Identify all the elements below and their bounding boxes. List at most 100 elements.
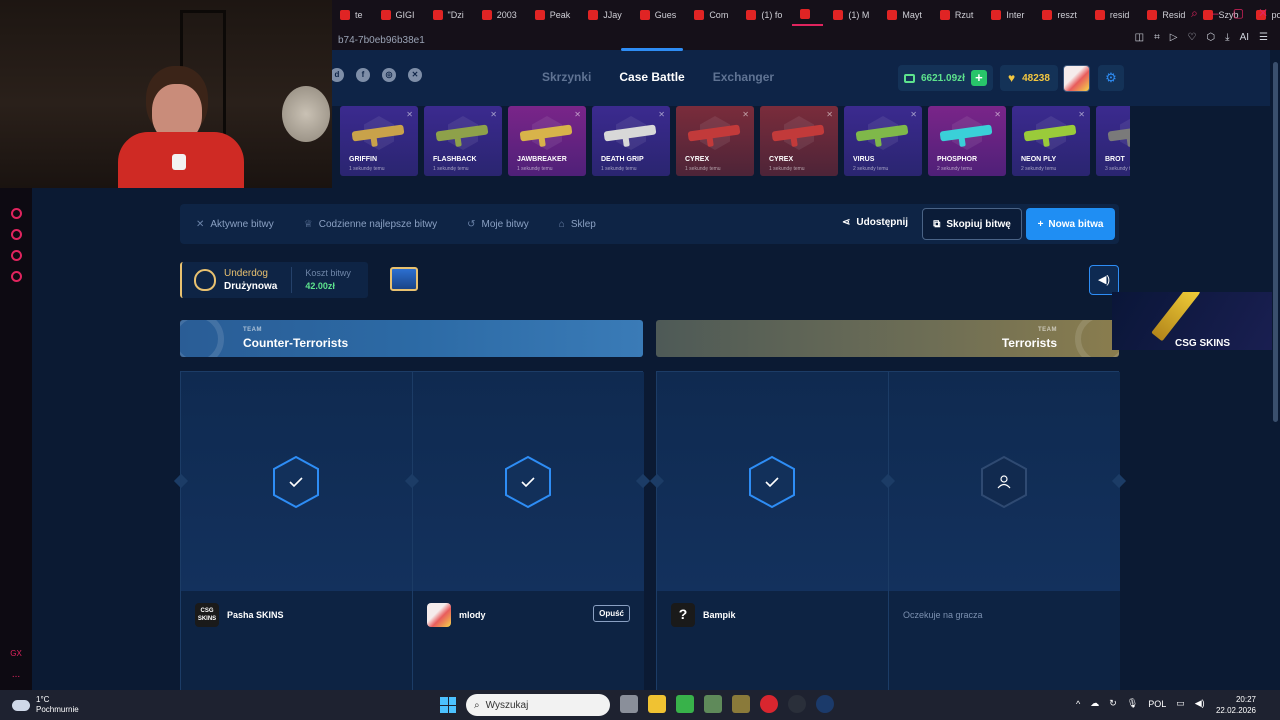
- ready-check-icon: [748, 455, 796, 509]
- steam-icon[interactable]: [816, 695, 834, 713]
- system-clock[interactable]: 20:27 22.02.2026: [1216, 694, 1256, 716]
- new-battle-button[interactable]: + Nowa bitwa: [1026, 208, 1115, 240]
- snapshot-icon[interactable]: ◫: [1135, 32, 1144, 43]
- player-row[interactable]: mlody: [427, 603, 486, 627]
- browser-tab[interactable]: 2003: [474, 4, 525, 26]
- subnav-my-battles[interactable]: ↺ Moje bitwy: [467, 219, 529, 230]
- drop-card[interactable]: ✕ CYREX 1 sekundę temu: [676, 106, 754, 176]
- nav-case-battle[interactable]: Case Battle: [619, 48, 685, 84]
- extensions-icon[interactable]: ⬡: [1206, 32, 1215, 43]
- browser-tab[interactable]: GIGI: [373, 4, 423, 26]
- drop-card[interactable]: ✕ PHOSPHOR 2 sekundy temu: [928, 106, 1006, 176]
- player-row[interactable]: ? Bampik: [671, 603, 736, 627]
- app-circle-icon[interactable]: [788, 695, 806, 713]
- settings-button[interactable]: ⚙: [1098, 65, 1124, 91]
- drop-card[interactable]: ✕BROT3 sekundy temu: [1096, 106, 1130, 176]
- drop-card[interactable]: ✕ GRIFFIN 1 sekundę temu: [340, 106, 418, 176]
- balance-value: 6621.09zł: [921, 72, 965, 84]
- maximize-icon[interactable]: ▢: [1233, 6, 1244, 21]
- file-explorer-icon[interactable]: [648, 695, 666, 713]
- browser-tab[interactable]: JJay: [580, 4, 630, 26]
- player-icon[interactable]: [10, 208, 22, 219]
- browser-tab[interactable]: reszt: [1034, 4, 1085, 26]
- drop-card[interactable]: ✕ VIRUS 2 sekundy temu: [844, 106, 922, 176]
- chevron-up-icon[interactable]: ^: [1076, 699, 1080, 709]
- drop-card[interactable]: ✕ CYREX 1 sekundę temu: [760, 106, 838, 176]
- case-image[interactable]: [390, 267, 418, 291]
- volume-icon[interactable]: ◀): [1195, 698, 1205, 709]
- subnav-active-battles[interactable]: ✕ Aktywne bitwy: [196, 219, 274, 230]
- monitor-icon[interactable]: ▭: [1176, 698, 1185, 709]
- task-view-icon[interactable]: [620, 695, 638, 713]
- browser-tab[interactable]: [792, 4, 824, 26]
- ct-emblem-icon: [180, 320, 224, 357]
- browser-tab[interactable]: "Dzi: [425, 4, 472, 26]
- heart-icon[interactable]: ♡: [1187, 32, 1196, 43]
- language-indicator[interactable]: POL: [1148, 699, 1166, 709]
- ai-icon[interactable]: AI: [1240, 32, 1249, 43]
- cloud-tray-icon[interactable]: ☁: [1090, 698, 1099, 709]
- slot-4[interactable]: Oczekuje na gracza: [888, 372, 1120, 691]
- drop-card[interactable]: ✕ NEON PLY 2 sekundy temu: [1012, 106, 1090, 176]
- subnav-shop[interactable]: ⌂ Sklep: [559, 219, 596, 230]
- browser-tab[interactable]: Peak: [527, 4, 579, 26]
- app-green-icon[interactable]: [676, 695, 694, 713]
- site-header: d f ◎ ✕ Skrzynki Case Battle Exchanger 6…: [330, 48, 1270, 106]
- user-avatar[interactable]: [1063, 65, 1090, 92]
- browser-tab[interactable]: Mayt: [879, 4, 930, 26]
- scrollbar-thumb[interactable]: [1273, 62, 1278, 422]
- subnav-daily-best[interactable]: ♕ Codzienne najlepsze bitwy: [304, 219, 437, 230]
- app-game-icon[interactable]: [732, 695, 750, 713]
- weather-temp: 1°C: [36, 695, 50, 704]
- drop-card[interactable]: ✕ JAWBREAKER 1 sekundę temu: [508, 106, 586, 176]
- sound-toggle-button[interactable]: ◀): [1089, 265, 1119, 295]
- taskbar-search[interactable]: ⌕ Wyszukaj: [466, 694, 610, 716]
- sync-icon[interactable]: ↻: [1109, 698, 1117, 709]
- copy-battle-button[interactable]: ⧉ Skopiuj bitwę: [922, 208, 1022, 240]
- search-icon[interactable]: ⌕: [1191, 6, 1198, 21]
- balance-display[interactable]: 6621.09zł +: [898, 65, 993, 91]
- more-icon[interactable]: ...: [12, 669, 20, 680]
- extensions-sidebar-icon[interactable]: [10, 250, 22, 261]
- browser-tab[interactable]: Resid: [1139, 4, 1193, 26]
- settings-sidebar-icon[interactable]: [10, 271, 22, 282]
- instagram-icon[interactable]: ◎: [382, 68, 396, 82]
- mic-icon[interactable]: 🎙: [1127, 698, 1138, 709]
- browser-tab[interactable]: Inter: [983, 4, 1032, 26]
- webcam-shirt-emblem: [172, 154, 186, 170]
- browser-tab[interactable]: (1) M: [825, 4, 877, 26]
- browser-tab[interactable]: Gues: [632, 4, 685, 26]
- gx-label[interactable]: GX: [10, 649, 22, 658]
- drop-card[interactable]: ✕ FLASHBACK 1 sekundę temu: [424, 106, 502, 176]
- nav-cases[interactable]: Skrzynki: [542, 70, 591, 84]
- download-icon[interactable]: ⤓: [1225, 32, 1229, 43]
- browser-tab[interactable]: Com: [686, 4, 736, 26]
- url-text[interactable]: b74-7b0eb96b38e1: [338, 35, 425, 46]
- weather-widget[interactable]: 1°C Pochmurnie: [12, 695, 79, 715]
- facebook-icon[interactable]: f: [356, 68, 370, 82]
- minimize-icon[interactable]: –: [1212, 6, 1219, 21]
- browser-tab[interactable]: te: [332, 4, 371, 26]
- discord-icon[interactable]: d: [330, 68, 344, 82]
- close-icon[interactable]: ✕: [1258, 6, 1268, 21]
- page-scrollbar[interactable]: [1272, 50, 1280, 690]
- browser-tab[interactable]: resid: [1087, 4, 1138, 26]
- app-books-icon[interactable]: [704, 695, 722, 713]
- player-row[interactable]: CSG SKINS Pasha SKINS: [195, 603, 284, 627]
- drop-card[interactable]: ✕ DEATH GRIP 1 sekundę temu: [592, 106, 670, 176]
- browser-tab[interactable]: (1) fo: [738, 4, 790, 26]
- crop-icon[interactable]: ⌗: [1154, 32, 1160, 43]
- drop-name: PHOSPHOR: [937, 156, 978, 163]
- menu-icon[interactable]: ☰: [1259, 32, 1268, 43]
- deposit-button[interactable]: +: [970, 70, 987, 86]
- nav-exchanger[interactable]: Exchanger: [713, 70, 774, 84]
- opera-gx-icon[interactable]: [760, 695, 778, 713]
- leave-button[interactable]: Opuść: [593, 605, 630, 622]
- x-icon[interactable]: ✕: [408, 68, 422, 82]
- share-button[interactable]: ⋖ Udostępnij: [842, 217, 908, 228]
- history-icon[interactable]: [10, 229, 22, 240]
- play-icon[interactable]: ▷: [1170, 32, 1178, 43]
- coins-display[interactable]: ♥ 48238: [1000, 65, 1058, 91]
- windows-start-icon[interactable]: [440, 697, 456, 713]
- browser-tab[interactable]: Rzut: [932, 4, 982, 26]
